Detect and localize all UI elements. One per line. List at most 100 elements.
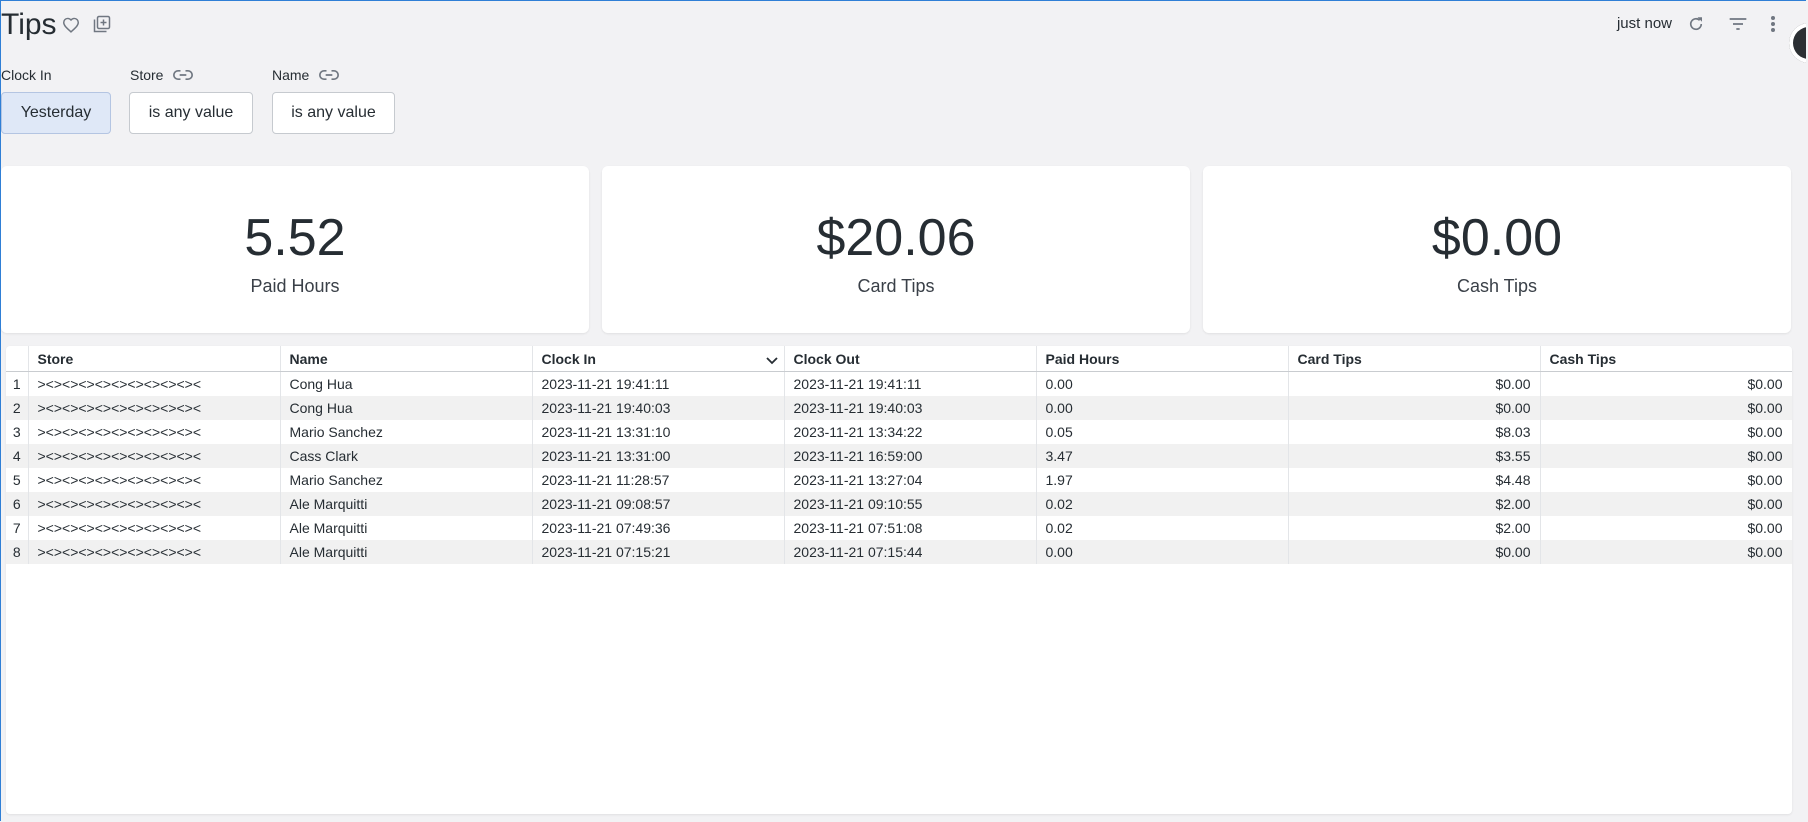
cell-clock-out[interactable]: 2023-11-21 19:40:03 bbox=[784, 396, 1037, 420]
filter-clock-in-button[interactable]: Yesterday bbox=[1, 92, 111, 134]
cell-card-tips[interactable]: $2.00 bbox=[1288, 516, 1541, 540]
header-row-index bbox=[6, 346, 29, 372]
cell-clock-out[interactable]: 2023-11-21 19:41:11 bbox=[784, 371, 1037, 396]
link-icon bbox=[173, 69, 194, 81]
table-header-row: Store Name Clock In Clock Out Paid Hours… bbox=[6, 346, 1792, 372]
cell-paid-hours[interactable]: 0.05 bbox=[1036, 420, 1289, 444]
table-row[interactable]: 3 ><><><><><><><><><>< Mario Sanchez 202… bbox=[6, 420, 1792, 444]
tips-table: Store Name Clock In Clock Out Paid Hours… bbox=[6, 346, 1792, 564]
header-card-tips[interactable]: Card Tips bbox=[1288, 346, 1541, 372]
cell-clock-out[interactable]: 2023-11-21 07:51:08 bbox=[784, 516, 1037, 540]
table-row[interactable]: 7 ><><><><><><><><><>< Ale Marquitti 202… bbox=[6, 516, 1792, 540]
cell-name[interactable]: Cong Hua bbox=[280, 396, 533, 420]
cell-clock-in[interactable]: 2023-11-21 11:28:57 bbox=[532, 468, 785, 492]
cell-clock-in[interactable]: 2023-11-21 13:31:00 bbox=[532, 444, 785, 468]
filter-name-button[interactable]: is any value bbox=[272, 92, 395, 134]
table-row[interactable]: 5 ><><><><><><><><><>< Mario Sanchez 202… bbox=[6, 468, 1792, 492]
cell-name[interactable]: Ale Marquitti bbox=[280, 516, 533, 540]
table-row[interactable]: 4 ><><><><><><><><><>< Cass Clark 2023-1… bbox=[6, 444, 1792, 468]
kpi-value: 5.52 bbox=[244, 209, 346, 267]
kpi-card-card-tips[interactable]: $20.06 Card Tips bbox=[602, 166, 1190, 333]
cell-card-tips[interactable]: $2.00 bbox=[1288, 492, 1541, 516]
cell-cash-tips[interactable]: $0.00 bbox=[1540, 468, 1792, 492]
cell-paid-hours[interactable]: 0.00 bbox=[1036, 540, 1289, 564]
row-index: 1 bbox=[6, 371, 29, 396]
cell-clock-out[interactable]: 2023-11-21 13:27:04 bbox=[784, 468, 1037, 492]
cell-store[interactable]: ><><><><><><><><><>< bbox=[28, 371, 281, 396]
cell-name[interactable]: Cass Clark bbox=[280, 444, 533, 468]
header-cash-tips[interactable]: Cash Tips bbox=[1540, 346, 1792, 372]
cell-clock-in[interactable]: 2023-11-21 13:31:10 bbox=[532, 420, 785, 444]
cell-store[interactable]: ><><><><><><><><><>< bbox=[28, 540, 281, 564]
cell-clock-in[interactable]: 2023-11-21 19:41:11 bbox=[532, 371, 785, 396]
cell-clock-out[interactable]: 2023-11-21 07:15:44 bbox=[784, 540, 1037, 564]
cell-clock-in[interactable]: 2023-11-21 07:15:21 bbox=[532, 540, 785, 564]
cell-clock-in[interactable]: 2023-11-21 09:08:57 bbox=[532, 492, 785, 516]
table-body: 1 ><><><><><><><><><>< Cong Hua 2023-11-… bbox=[6, 371, 1792, 564]
kpi-card-cash-tips[interactable]: $0.00 Cash Tips bbox=[1203, 166, 1791, 333]
cell-store[interactable]: ><><><><><><><><><>< bbox=[28, 516, 281, 540]
cell-card-tips[interactable]: $0.00 bbox=[1288, 540, 1541, 564]
cell-cash-tips[interactable]: $0.00 bbox=[1540, 540, 1792, 564]
kpi-label: Card Tips bbox=[857, 276, 935, 296]
cell-paid-hours[interactable]: 3.47 bbox=[1036, 444, 1289, 468]
header-paid-hours[interactable]: Paid Hours bbox=[1036, 346, 1289, 372]
cell-cash-tips[interactable]: $0.00 bbox=[1540, 492, 1792, 516]
cell-cash-tips[interactable]: $0.00 bbox=[1540, 420, 1792, 444]
cell-paid-hours[interactable]: 0.00 bbox=[1036, 396, 1289, 420]
cell-name[interactable]: Ale Marquitti bbox=[280, 492, 533, 516]
cell-card-tips[interactable]: $4.48 bbox=[1288, 468, 1541, 492]
more-vert-icon[interactable] bbox=[1766, 13, 1780, 35]
floating-action-widget[interactable] bbox=[1789, 23, 1806, 63]
cell-paid-hours[interactable]: 1.97 bbox=[1036, 468, 1289, 492]
cell-clock-in[interactable]: 2023-11-21 07:49:36 bbox=[532, 516, 785, 540]
header-name[interactable]: Name bbox=[280, 346, 533, 372]
cell-name[interactable]: Ale Marquitti bbox=[280, 540, 533, 564]
cell-clock-out[interactable]: 2023-11-21 16:59:00 bbox=[784, 444, 1037, 468]
cell-card-tips[interactable]: $3.55 bbox=[1288, 444, 1541, 468]
cell-name[interactable]: Mario Sanchez bbox=[280, 420, 533, 444]
header-clock-out[interactable]: Clock Out bbox=[784, 346, 1037, 372]
cell-store[interactable]: ><><><><><><><><><>< bbox=[28, 396, 281, 420]
cell-cash-tips[interactable]: $0.00 bbox=[1540, 396, 1792, 420]
cell-store[interactable]: ><><><><><><><><><>< bbox=[28, 444, 281, 468]
cell-store[interactable]: ><><><><><><><><><>< bbox=[28, 492, 281, 516]
filter-label-clock-in: Clock In bbox=[1, 67, 52, 83]
cell-card-tips[interactable]: $0.00 bbox=[1288, 396, 1541, 420]
cell-clock-in[interactable]: 2023-11-21 19:40:03 bbox=[532, 396, 785, 420]
cell-name[interactable]: Cong Hua bbox=[280, 371, 533, 396]
cell-paid-hours[interactable]: 0.02 bbox=[1036, 492, 1289, 516]
cell-card-tips[interactable]: $0.00 bbox=[1288, 371, 1541, 396]
cell-name[interactable]: Mario Sanchez bbox=[280, 468, 533, 492]
filter-icon[interactable] bbox=[1727, 13, 1749, 35]
cell-cash-tips[interactable]: $0.00 bbox=[1540, 516, 1792, 540]
cell-clock-out[interactable]: 2023-11-21 13:34:22 bbox=[784, 420, 1037, 444]
tips-table-panel: Store Name Clock In Clock Out Paid Hours… bbox=[6, 346, 1792, 814]
cell-clock-out[interactable]: 2023-11-21 09:10:55 bbox=[784, 492, 1037, 516]
cell-card-tips[interactable]: $8.03 bbox=[1288, 420, 1541, 444]
cell-store[interactable]: ><><><><><><><><><>< bbox=[28, 468, 281, 492]
cell-paid-hours[interactable]: 0.02 bbox=[1036, 516, 1289, 540]
heart-icon[interactable] bbox=[60, 14, 82, 36]
refresh-icon[interactable] bbox=[1685, 13, 1707, 35]
row-index: 4 bbox=[6, 444, 29, 468]
sort-descending-icon[interactable] bbox=[765, 352, 778, 368]
table-row[interactable]: 6 ><><><><><><><><><>< Ale Marquitti 202… bbox=[6, 492, 1792, 516]
table-row[interactable]: 1 ><><><><><><><><><>< Cong Hua 2023-11-… bbox=[6, 371, 1792, 396]
filter-name-value: is any value bbox=[291, 104, 376, 121]
dashboard: Tips just now Clock In Yesterday Store i… bbox=[0, 0, 1806, 821]
table-row[interactable]: 2 ><><><><><><><><><>< Cong Hua 2023-11-… bbox=[6, 396, 1792, 420]
add-to-board-icon[interactable] bbox=[91, 13, 113, 35]
row-index: 3 bbox=[6, 420, 29, 444]
cell-paid-hours[interactable]: 0.00 bbox=[1036, 371, 1289, 396]
filter-clock-in-value: Yesterday bbox=[20, 104, 92, 121]
filter-store-button[interactable]: is any value bbox=[129, 92, 253, 134]
table-row[interactable]: 8 ><><><><><><><><><>< Ale Marquitti 202… bbox=[6, 540, 1792, 564]
row-index: 2 bbox=[6, 396, 29, 420]
cell-cash-tips[interactable]: $0.00 bbox=[1540, 371, 1792, 396]
kpi-card-paid-hours[interactable]: 5.52 Paid Hours bbox=[1, 166, 589, 333]
cell-store[interactable]: ><><><><><><><><><>< bbox=[28, 420, 281, 444]
cell-cash-tips[interactable]: $0.00 bbox=[1540, 444, 1792, 468]
header-store[interactable]: Store bbox=[28, 346, 281, 372]
header-clock-in[interactable]: Clock In bbox=[532, 346, 785, 372]
